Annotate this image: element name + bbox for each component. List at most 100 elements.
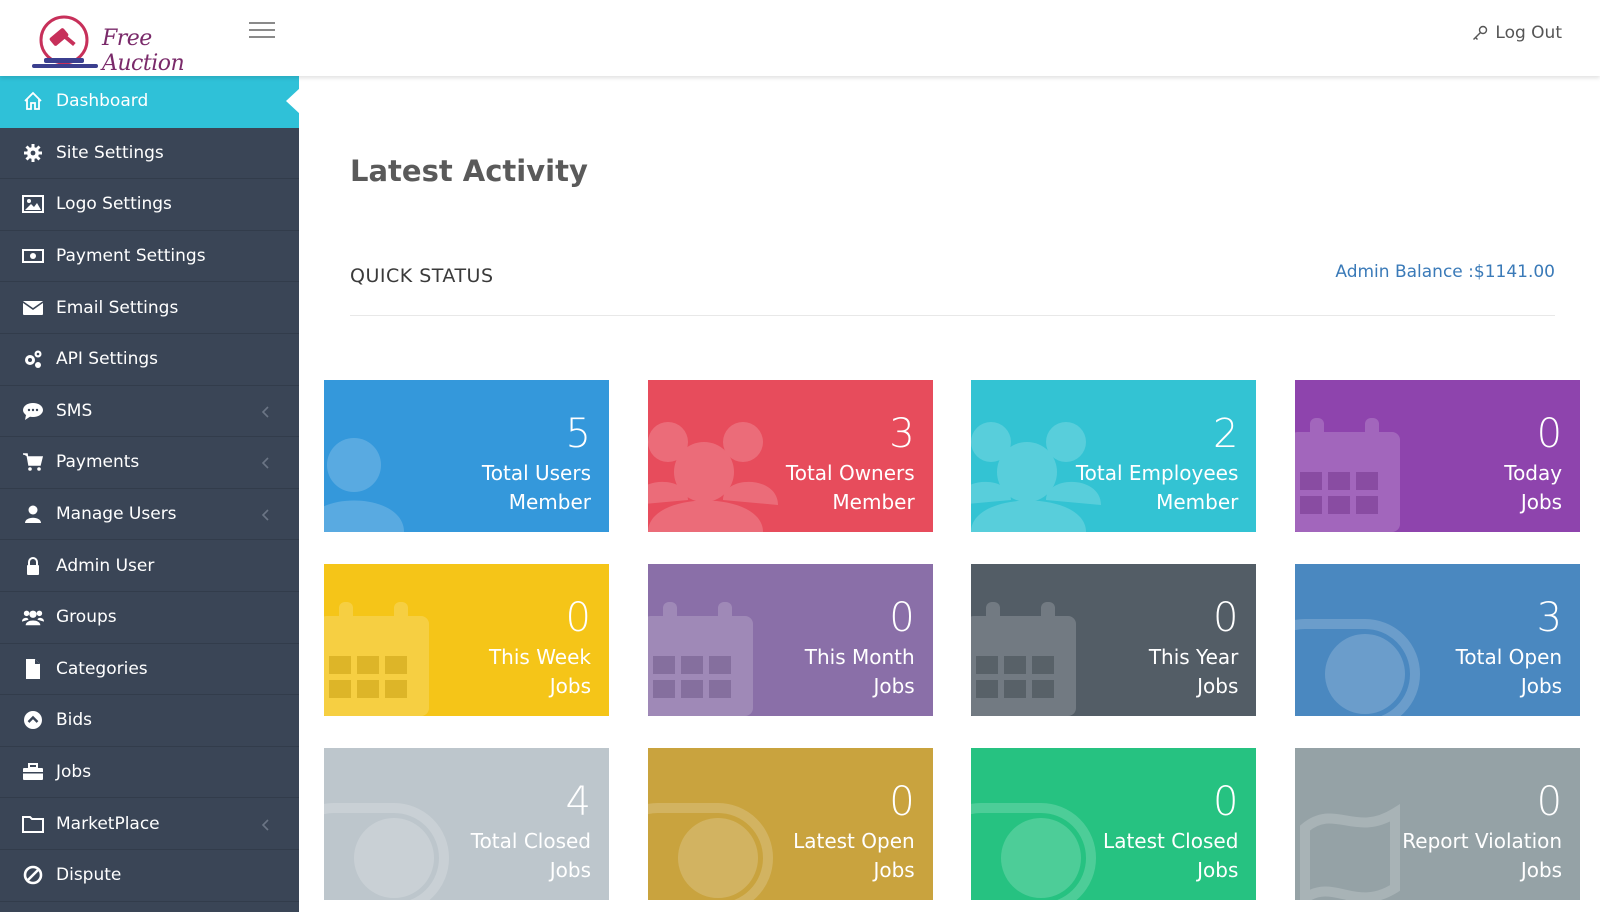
status-card-label: This Week Jobs [489, 643, 591, 701]
chevron-left-icon [259, 404, 273, 418]
main-content: Latest Activity QUICK STATUS Admin Balan… [299, 76, 1600, 912]
status-card-label-line1: Today [1504, 461, 1563, 485]
sidebar-item-label: MarketPlace [56, 813, 160, 834]
status-card[interactable]: 3 Total Owners Member [647, 380, 933, 532]
status-card-value: 3 [889, 411, 915, 457]
sidebar-item-logo-settings[interactable]: Logo Settings [0, 179, 299, 231]
status-card[interactable]: 5 Total Users Member [324, 380, 609, 532]
status-card-label: This Year Jobs [1149, 643, 1239, 701]
status-card-value: 5 [565, 411, 591, 457]
status-card[interactable]: 0 Report Violation Jobs [1295, 748, 1581, 900]
home-icon [22, 90, 44, 112]
status-card-label-line2: Member [508, 490, 591, 514]
briefcase-icon [22, 761, 44, 783]
status-card-label-line2: Jobs [549, 858, 591, 882]
sidebar-item-email-settings[interactable]: Email Settings [0, 282, 299, 334]
sidebar-item-categories[interactable]: Categories [0, 644, 299, 696]
status-card[interactable]: 0 Today Jobs [1295, 380, 1581, 532]
status-card-label: This Month Jobs [805, 643, 915, 701]
status-card[interactable]: 0 Latest Open Jobs [647, 748, 933, 900]
ban-icon [22, 864, 44, 886]
top-header: Free Auction Log Out [0, 0, 1600, 76]
status-card-label-line1: Total Employees [1075, 461, 1239, 485]
sidebar-nav: Dashboard Site Settings Logo Settings Payme… [0, 76, 300, 912]
status-card-label: Total Closed Jobs [471, 827, 591, 885]
key-icon [1473, 25, 1488, 40]
status-card-value: 0 [889, 779, 915, 825]
status-card-value: 3 [1536, 595, 1563, 641]
calendar-icon [647, 564, 798, 716]
status-card-value: 0 [889, 595, 915, 641]
status-card-label-line1: Total Closed [470, 829, 591, 853]
page-title: Latest Activity [350, 154, 588, 188]
chevron-circle-icon [22, 709, 44, 731]
sidebar-item-manage-users[interactable]: Manage Users [0, 489, 299, 541]
status-card-label-line2: Jobs [873, 858, 915, 882]
cart-icon [22, 451, 44, 473]
status-card-value: 2 [1212, 411, 1239, 457]
sidebar-item-label: Admin User [56, 555, 155, 576]
status-card-label-line1: Total Users [481, 461, 591, 485]
status-card[interactable]: 4 Total Closed Jobs [324, 748, 609, 900]
chevron-left-icon [259, 817, 273, 831]
status-card[interactable]: 2 Total Employees Member [971, 380, 1257, 532]
status-card-label-line1: Total Owners [785, 461, 915, 485]
chevron-left-icon [259, 507, 273, 521]
sidebar-item-groups[interactable]: Groups [0, 592, 299, 644]
status-card-value: 0 [1536, 411, 1563, 457]
status-card-value: 0 [565, 595, 591, 641]
status-card-label: Total Open Jobs [1456, 643, 1562, 701]
sidebar-item-dispute[interactable]: Dispute [0, 850, 299, 902]
gear-icon [22, 142, 44, 164]
sidebar-item-label: Payments [56, 452, 140, 473]
toggle-icon [647, 748, 798, 900]
sidebar-item-payment-settings[interactable]: Payment Settings [0, 231, 299, 283]
sidebar-item-label: Categories [56, 658, 148, 679]
sidebar-item-dashboard[interactable]: Dashboard [0, 76, 300, 128]
sidebar-item-label: Manage Users [56, 504, 177, 525]
status-card-value: 0 [1212, 595, 1239, 641]
sidebar-item-admin-user[interactable]: Admin User [0, 540, 299, 592]
sidebar-item-bids[interactable]: Bids [0, 695, 299, 747]
menu-toggle-icon[interactable] [249, 20, 275, 40]
status-card-label-line1: Latest Open [793, 829, 915, 853]
status-cards-grid: 5 Total Users Member 3 Total Owners Member 2 To… [324, 380, 1581, 910]
sidebar-item-jobs[interactable]: Jobs [0, 747, 299, 799]
sidebar-item-site-settings[interactable]: Site Settings [0, 128, 299, 180]
sidebar-item-payments[interactable]: Payments [0, 437, 299, 489]
sidebar-item-label: Groups [56, 607, 117, 628]
status-card[interactable]: 0 This Month Jobs [647, 564, 933, 716]
sidebar-item-label: Dashboard [56, 91, 149, 112]
sidebar-item-label: Jobs [56, 762, 92, 783]
section-title: QUICK STATUS [350, 265, 494, 287]
status-card-label-line2: Member [1156, 490, 1239, 514]
brand-logo[interactable]: Free Auction [30, 14, 230, 76]
lock-icon [22, 555, 44, 577]
user-icon [22, 503, 44, 525]
user-icon [324, 380, 474, 532]
sidebar-item-label: Payment Settings [56, 246, 206, 267]
logout-button[interactable]: Log Out [1471, 20, 1562, 46]
status-card-label-line1: Report Violation [1402, 829, 1563, 853]
sidebar-item-label: Email Settings [56, 297, 179, 318]
status-card[interactable]: 0 This Week Jobs [324, 564, 609, 716]
status-card-label-line1: Total Open [1455, 645, 1563, 669]
sidebar-item-label: Site Settings [56, 142, 164, 163]
calendar-icon [324, 564, 474, 716]
status-card-label-line1: This Week [488, 645, 591, 669]
status-card[interactable]: 3 Total Open Jobs [1295, 564, 1581, 716]
sidebar-item-api-settings[interactable]: API Settings [0, 334, 299, 386]
status-card[interactable]: 0 This Year Jobs [971, 564, 1257, 716]
sidebar-item-sms[interactable]: SMS [0, 386, 299, 438]
divider [350, 315, 1555, 316]
toggle-icon [324, 748, 474, 900]
toggle-icon [971, 748, 1121, 900]
folder-icon [22, 813, 44, 835]
users-icon [22, 606, 44, 628]
sidebar-item-label: Logo Settings [56, 194, 172, 215]
status-card[interactable]: 0 Latest Closed Jobs [971, 748, 1257, 900]
status-card-label-line2: Jobs [1197, 858, 1239, 882]
status-card-label-line2: Jobs [1520, 490, 1563, 514]
sidebar-item-marketplace[interactable]: MarketPlace [0, 798, 299, 850]
sidebar-item-label: SMS [56, 400, 93, 421]
